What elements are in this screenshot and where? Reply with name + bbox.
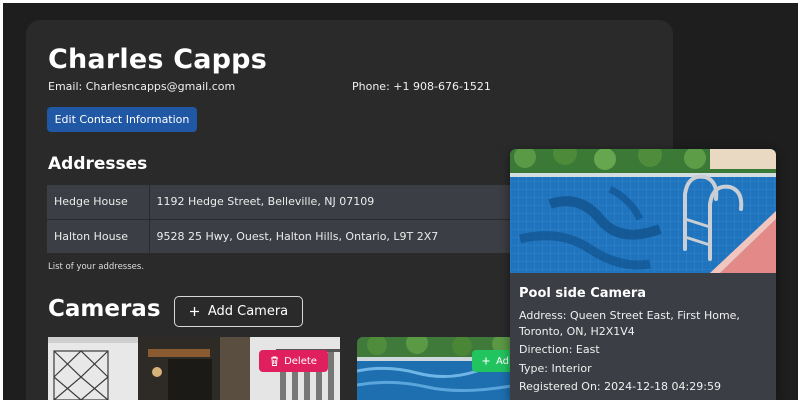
address-value: 9528 25 Hwy, Ouest, Halton Hills, Ontari… <box>149 219 517 254</box>
table-row[interactable]: Hedge House 1192 Hedge Street, Bellevill… <box>47 185 517 220</box>
address-value: 1192 Hedge Street, Belleville, NJ 07109 <box>149 185 517 220</box>
delete-label: Delete <box>284 355 317 367</box>
table-row[interactable]: Halton House 9528 25 Hwy, Ouest, Halton … <box>47 219 517 254</box>
plus-icon <box>482 357 490 365</box>
pool-camera-photo <box>510 149 776 273</box>
addresses-heading: Addresses <box>48 154 148 174</box>
popup-registered: Registered On: 2024-12-18 04:29:59 <box>519 380 721 393</box>
addresses-caption: List of your addresses. <box>48 262 145 272</box>
contact-email: Email: Charlesncapps@gmail.com <box>48 80 236 93</box>
cameras-heading: Cameras <box>48 296 161 322</box>
popup-camera-name: Pool side Camera <box>519 286 647 301</box>
address-label: Hedge House <box>47 185 150 220</box>
plus-icon <box>189 307 199 316</box>
camera-details-popup: Pool side Camera Address: Queen Street E… <box>510 149 776 400</box>
trash-icon <box>271 356 279 366</box>
popup-type: Type: Interior <box>519 362 592 375</box>
popup-address-line1: Address: Queen Street East, First Home, <box>519 309 740 322</box>
contact-name: Charles Capps <box>48 44 267 75</box>
addresses-table: Hedge House 1192 Hedge Street, Bellevill… <box>47 185 517 254</box>
contact-phone: Phone: +1 908-676-1521 <box>352 80 491 93</box>
popup-direction: Direction: East <box>519 343 600 356</box>
add-camera-button[interactable]: Add Camera <box>174 296 303 327</box>
address-label: Halton House <box>47 219 150 254</box>
add-label: Ad <box>496 355 510 367</box>
delete-camera-button[interactable]: Delete <box>259 350 328 372</box>
edit-contact-button[interactable]: Edit Contact Information <box>47 107 197 132</box>
popup-address-line2: Toronto, ON, H2X1V4 <box>519 325 635 338</box>
add-camera-label: Add Camera <box>207 304 289 319</box>
